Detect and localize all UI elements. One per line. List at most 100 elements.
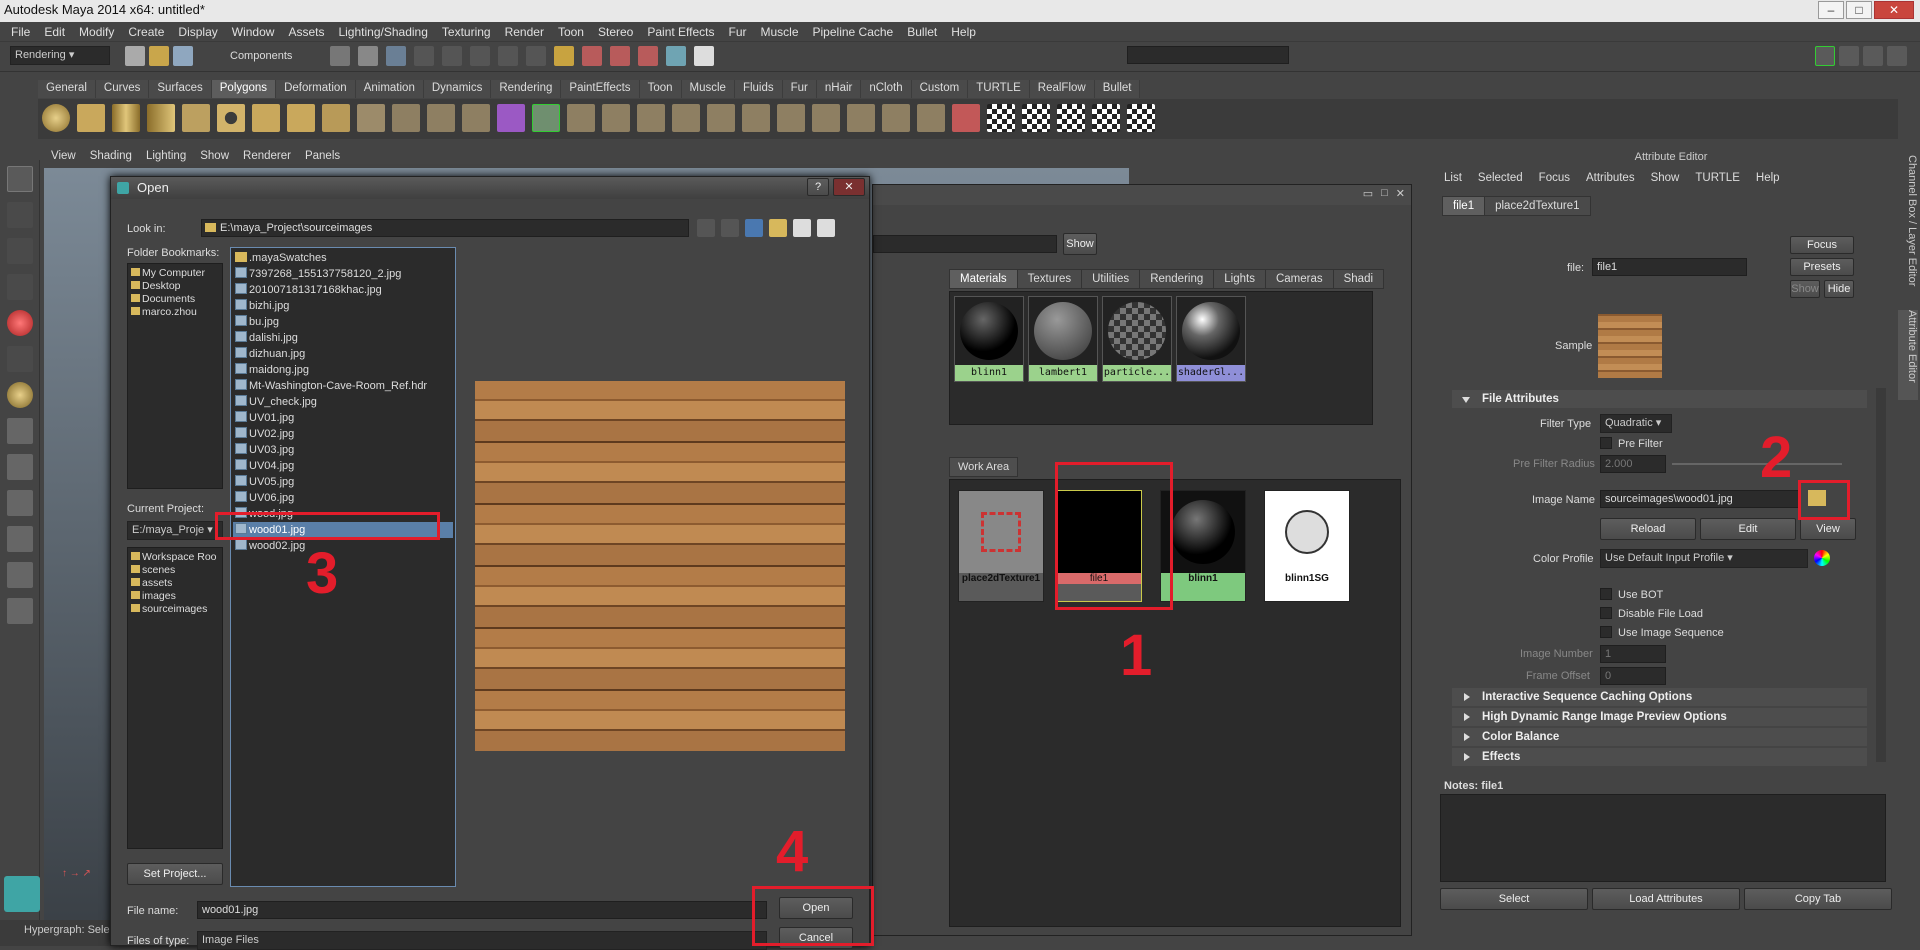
help-button[interactable]: ? <box>807 178 829 196</box>
snap-point-icon[interactable] <box>470 46 490 66</box>
pre-filter-radius-slider[interactable] <box>1672 463 1842 465</box>
shelf-tab-painteffects[interactable]: PaintEffects <box>561 80 640 98</box>
file-item[interactable]: UV05.jpg <box>233 474 453 490</box>
file-item[interactable]: bizhi.jpg <box>233 298 453 314</box>
file-attributes-section[interactable]: File Attributes <box>1452 390 1867 408</box>
pre-filter-radius-field[interactable]: 2.000 <box>1600 455 1666 473</box>
render-view-icon[interactable] <box>694 46 714 66</box>
checker-uv-icon[interactable] <box>987 104 1015 132</box>
four-view-layout-icon[interactable] <box>7 454 33 480</box>
up-folder-icon[interactable] <box>745 219 763 237</box>
shelf-tab-toon[interactable]: Toon <box>639 80 682 98</box>
menu-file[interactable]: File <box>4 22 37 41</box>
menu-render[interactable]: Render <box>498 22 551 41</box>
shelf-tab-surfaces[interactable]: Surfaces <box>149 80 212 98</box>
poly-prism-icon[interactable] <box>252 104 280 132</box>
file-item[interactable]: .mayaSwatches <box>233 250 453 266</box>
hypershade-tab-rendering[interactable]: Rendering <box>1139 269 1215 289</box>
use-image-sequence-checkbox[interactable]: Use Image Sequence <box>1600 626 1724 639</box>
move-tool-icon[interactable] <box>7 274 33 300</box>
ae-menu-turtle[interactable]: TURTLE <box>1695 172 1740 184</box>
shelf-tab-fur[interactable]: Fur <box>782 80 817 98</box>
menu-stereo[interactable]: Stereo <box>591 22 640 41</box>
planar-mapping-icon[interactable] <box>952 104 980 132</box>
section-effects[interactable]: Effects <box>1452 748 1867 766</box>
viewport-menu-renderer[interactable]: Renderer <box>236 148 298 166</box>
hypershade-maximize-button[interactable]: □ <box>1381 187 1388 200</box>
shelf-tab-polygons[interactable]: Polygons <box>211 80 277 98</box>
snap-grid-icon[interactable] <box>414 46 434 66</box>
hypershade-minimize-button[interactable]: ▭ <box>1363 187 1373 200</box>
uv-editor-icon[interactable] <box>1127 104 1155 132</box>
file-item[interactable]: wood02.jpg <box>233 538 453 554</box>
image-name-field[interactable]: sourceimages\wood01.jpg <box>1600 490 1800 508</box>
delete-edge-icon[interactable] <box>917 104 945 132</box>
back-arrow-icon[interactable] <box>697 219 715 237</box>
poly-cone-icon[interactable] <box>147 104 175 132</box>
list-view-icon[interactable] <box>793 219 811 237</box>
split-polygon-icon[interactable] <box>707 104 735 132</box>
select-button[interactable]: Select <box>1440 888 1588 910</box>
material-swatch-particle[interactable]: particle... <box>1102 296 1172 382</box>
make-live-icon[interactable] <box>526 46 546 66</box>
viewport-menu-show[interactable]: Show <box>193 148 236 166</box>
persp-hypershade-layout-icon[interactable] <box>7 562 33 588</box>
uv-sew-icon[interactable] <box>1092 104 1120 132</box>
selection-mode-label[interactable]: Components <box>230 50 292 62</box>
hypershade-search-field[interactable] <box>873 235 1057 253</box>
select-by-component-icon[interactable] <box>386 46 406 66</box>
shelf-tab-custom[interactable]: Custom <box>911 80 969 98</box>
shelf-tab-fluids[interactable]: Fluids <box>734 80 783 98</box>
shelf-tab-animation[interactable]: Animation <box>355 80 424 98</box>
disable-file-load-checkbox-box[interactable] <box>1600 607 1612 619</box>
filter-type-dropdown[interactable]: Quadratic ▾ <box>1600 414 1672 433</box>
ae-menu-help[interactable]: Help <box>1756 172 1780 184</box>
fill-hole-icon[interactable] <box>672 104 700 132</box>
file-item[interactable]: bu.jpg <box>233 314 453 330</box>
separate-icon[interactable] <box>427 104 455 132</box>
file-item[interactable]: Mt-Washington-Cave-Room_Ref.hdr <box>233 378 453 394</box>
current-project-dropdown[interactable]: E:/maya_Proje ▾ <box>127 521 223 540</box>
show-button[interactable]: Show <box>1790 280 1820 298</box>
uv-unfold-icon[interactable] <box>1057 104 1085 132</box>
ipr-render-icon[interactable] <box>610 46 630 66</box>
append-polygon-icon[interactable] <box>637 104 665 132</box>
project-folder-item[interactable]: assets <box>131 577 219 590</box>
minimize-button[interactable]: – <box>1818 1 1844 19</box>
merge-icon[interactable] <box>847 104 875 132</box>
shelf-tab-deformation[interactable]: Deformation <box>276 80 356 98</box>
files-of-type-dropdown[interactable]: Image Files <box>197 931 767 950</box>
menu-lighting-shading[interactable]: Lighting/Shading <box>331 22 434 41</box>
snap-curve-icon[interactable] <box>442 46 462 66</box>
menu-assets[interactable]: Assets <box>281 22 331 41</box>
hypershade-close-button[interactable]: ✕ <box>1396 187 1405 200</box>
extrude-icon[interactable] <box>567 104 595 132</box>
view-button[interactable]: View <box>1800 518 1856 540</box>
file-item[interactable]: UV_check.jpg <box>233 394 453 410</box>
material-swatch-lambert1[interactable]: lambert1 <box>1028 296 1098 382</box>
node-place2dtexture[interactable]: place2dTexture1 <box>958 490 1044 602</box>
smooth-icon[interactable] <box>497 104 525 132</box>
edit-button[interactable]: Edit <box>1700 518 1796 540</box>
poly-cube-icon[interactable] <box>77 104 105 132</box>
file-item[interactable]: dalishi.jpg <box>233 330 453 346</box>
project-folder-item[interactable]: Workspace Roo <box>131 551 219 564</box>
poly-torus-icon[interactable] <box>217 104 245 132</box>
select-by-object-icon[interactable] <box>358 46 378 66</box>
persp-graph-layout-icon[interactable] <box>7 526 33 552</box>
lasso-tool-icon[interactable] <box>7 202 33 228</box>
render-settings-icon[interactable] <box>638 46 658 66</box>
menu-fur[interactable]: Fur <box>722 22 754 41</box>
menu-pipeline-cache[interactable]: Pipeline Cache <box>806 22 901 41</box>
new-scene-icon[interactable] <box>125 46 145 66</box>
ae-menu-list[interactable]: List <box>1444 172 1462 184</box>
poly-helix-icon[interactable] <box>357 104 385 132</box>
file-item[interactable]: UV01.jpg <box>233 410 453 426</box>
layer-editor-toggle-icon[interactable] <box>1887 46 1907 66</box>
ae-menu-focus[interactable]: Focus <box>1539 172 1570 184</box>
uv-layout-icon[interactable] <box>1022 104 1050 132</box>
menu-modify[interactable]: Modify <box>72 22 121 41</box>
shelf-tab-realflow[interactable]: RealFlow <box>1029 80 1095 98</box>
close-window-button[interactable]: ✕ <box>1874 1 1914 19</box>
open-scene-icon[interactable] <box>149 46 169 66</box>
